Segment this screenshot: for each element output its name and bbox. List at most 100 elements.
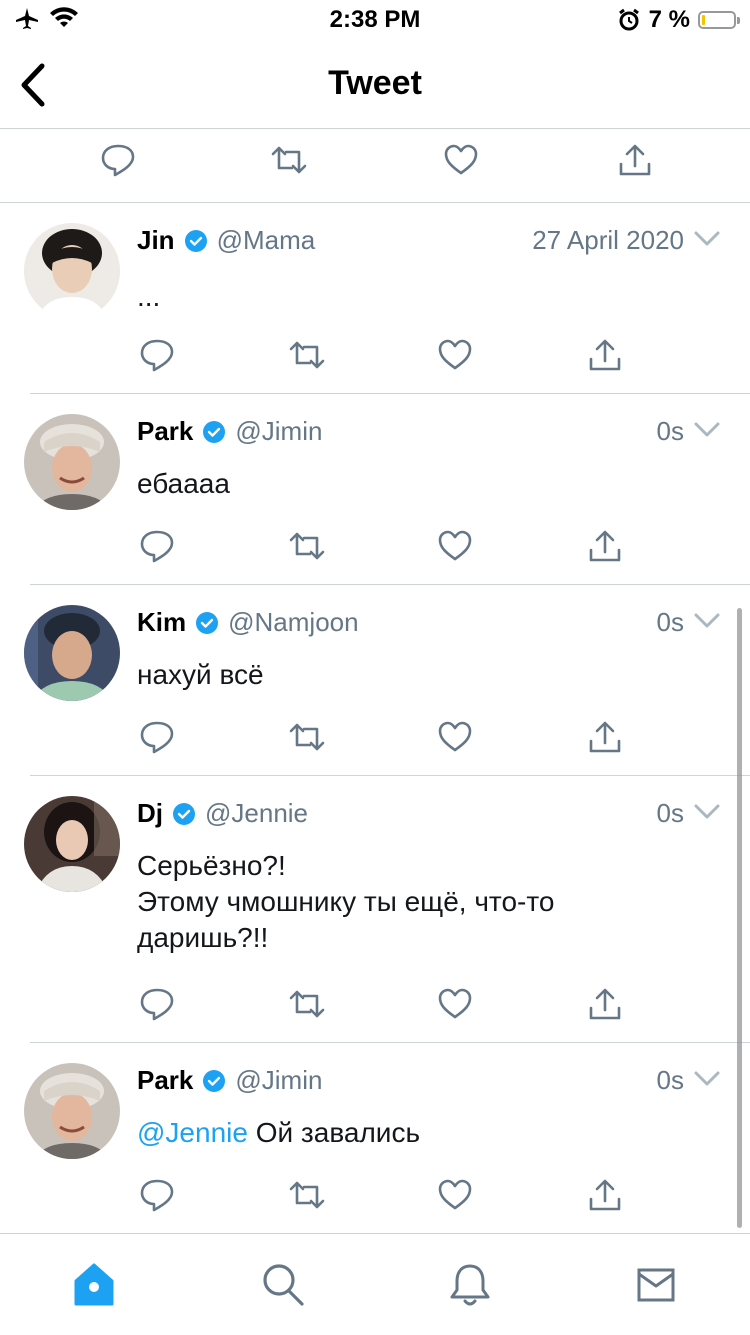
retweet-button[interactable] <box>288 719 326 755</box>
reply-button[interactable] <box>139 528 175 564</box>
like-button[interactable] <box>437 337 473 373</box>
verified-badge-icon <box>184 229 207 252</box>
chevron-down-icon[interactable] <box>694 422 720 438</box>
scrollbar[interactable] <box>737 608 742 1228</box>
chevron-down-icon[interactable] <box>694 613 720 629</box>
share-icon <box>589 988 621 1020</box>
tweet-item[interactable]: Kim @Namjoon 0s нахуй всё <box>0 585 750 776</box>
retweet-button[interactable] <box>288 528 326 564</box>
retweet-icon <box>271 146 307 174</box>
reply-icon <box>140 1179 174 1212</box>
battery-icon <box>698 11 740 29</box>
heart-icon <box>438 530 472 561</box>
share-icon <box>589 339 621 371</box>
avatar[interactable] <box>24 605 120 701</box>
heart-icon <box>438 1179 472 1210</box>
tab-bar <box>0 1233 750 1335</box>
reply-icon <box>101 144 135 177</box>
user-name[interactable]: Park <box>137 1065 193 1096</box>
tweet-header: Kim @Namjoon <box>137 607 359 638</box>
retweet-button[interactable] <box>288 986 326 1022</box>
tweet-actions <box>0 719 750 759</box>
avatar[interactable] <box>24 414 120 510</box>
retweet-button[interactable] <box>288 337 326 373</box>
retweet-icon <box>289 1181 325 1209</box>
heart-icon <box>444 144 478 175</box>
share-button[interactable] <box>588 1177 622 1213</box>
reply-icon <box>140 339 174 372</box>
main-tweet-actions <box>0 128 750 203</box>
user-handle[interactable]: @Namjoon <box>228 607 358 638</box>
reply-button[interactable] <box>139 986 175 1022</box>
chevron-down-icon[interactable] <box>694 804 720 820</box>
verified-badge-icon <box>173 802 195 825</box>
tab-messages[interactable] <box>636 1262 676 1308</box>
user-name[interactable]: Jin <box>137 225 175 256</box>
reply-button[interactable] <box>100 142 136 178</box>
tweet-header: Dj @Jennie <box>137 798 308 829</box>
tweet-text-line: нахуй всё <box>137 659 264 690</box>
verified-badge-icon <box>203 1069 226 1092</box>
share-button[interactable] <box>588 719 622 755</box>
share-icon <box>589 721 621 753</box>
share-button[interactable] <box>588 528 622 564</box>
retweet-button[interactable] <box>270 142 308 178</box>
user-handle[interactable]: @Mama <box>217 225 316 256</box>
tweet-timestamp: 0s <box>656 416 684 446</box>
user-handle[interactable]: @Jimin <box>235 416 322 447</box>
tweet-header: Park @Jimin <box>137 416 322 447</box>
chevron-down-icon[interactable] <box>694 1071 720 1087</box>
share-button[interactable] <box>588 986 622 1022</box>
avatar[interactable] <box>24 1063 120 1159</box>
mention-link[interactable]: @Jennie <box>137 1117 248 1148</box>
reply-button[interactable] <box>139 719 175 755</box>
tab-notifications[interactable] <box>448 1262 492 1308</box>
alarm-icon <box>617 8 641 32</box>
like-button[interactable] <box>443 142 479 178</box>
reply-icon <box>140 988 174 1021</box>
tweet-actions <box>0 337 750 377</box>
heart-icon <box>438 339 472 370</box>
tweet-item[interactable]: Park @Jimin 0s @Jennie Ой завались <box>0 1043 750 1233</box>
reply-button[interactable] <box>139 1177 175 1213</box>
chevron-down-icon[interactable] <box>694 231 720 247</box>
user-name[interactable]: Kim <box>137 607 186 638</box>
tweet-text: Серьёзно?! Этому чмошнику ты ещё, что-то… <box>137 848 697 956</box>
user-handle[interactable]: @Jennie <box>205 798 308 829</box>
user-handle[interactable]: @Jimin <box>235 1065 322 1096</box>
retweet-icon <box>289 990 325 1018</box>
page-title: Tweet <box>328 64 422 102</box>
mail-icon <box>637 1268 675 1302</box>
avatar[interactable] <box>24 223 120 319</box>
like-button[interactable] <box>437 1177 473 1213</box>
tweet-text-line: ебаааа <box>137 468 230 499</box>
tweet-text-line: Серьёзно?! <box>137 850 286 881</box>
like-button[interactable] <box>437 719 473 755</box>
tweet-item[interactable]: Dj @Jennie 0s Серьёзно?! Этому чмошнику … <box>0 776 750 1043</box>
user-name[interactable]: Dj <box>137 798 163 829</box>
tweet-item[interactable]: Park @Jimin 0s ебаааа <box>0 394 750 585</box>
heart-icon <box>438 721 472 752</box>
tweet-timestamp: 0s <box>656 607 684 637</box>
retweet-icon <box>289 532 325 560</box>
reply-icon <box>140 721 174 754</box>
share-button[interactable] <box>618 142 652 178</box>
tweet-text-line: ... <box>137 281 161 312</box>
tweet-timestamp: 0s <box>656 1065 684 1095</box>
tab-home[interactable] <box>72 1262 116 1308</box>
home-icon <box>74 1263 114 1306</box>
tweet-item[interactable]: Jin @Mama 27 April 2020 ... <box>0 203 750 394</box>
share-button[interactable] <box>588 337 622 373</box>
search-icon <box>263 1264 304 1306</box>
battery-fill <box>702 15 705 25</box>
avatar[interactable] <box>24 796 120 892</box>
retweet-button[interactable] <box>288 1177 326 1213</box>
tweet-actions <box>0 528 750 568</box>
reply-button[interactable] <box>139 337 175 373</box>
tab-search[interactable] <box>261 1262 305 1308</box>
like-button[interactable] <box>437 986 473 1022</box>
like-button[interactable] <box>437 528 473 564</box>
user-name[interactable]: Park <box>137 416 193 447</box>
tweet-timestamp: 27 April 2020 <box>532 225 684 255</box>
tweet-text: ... <box>137 279 697 315</box>
